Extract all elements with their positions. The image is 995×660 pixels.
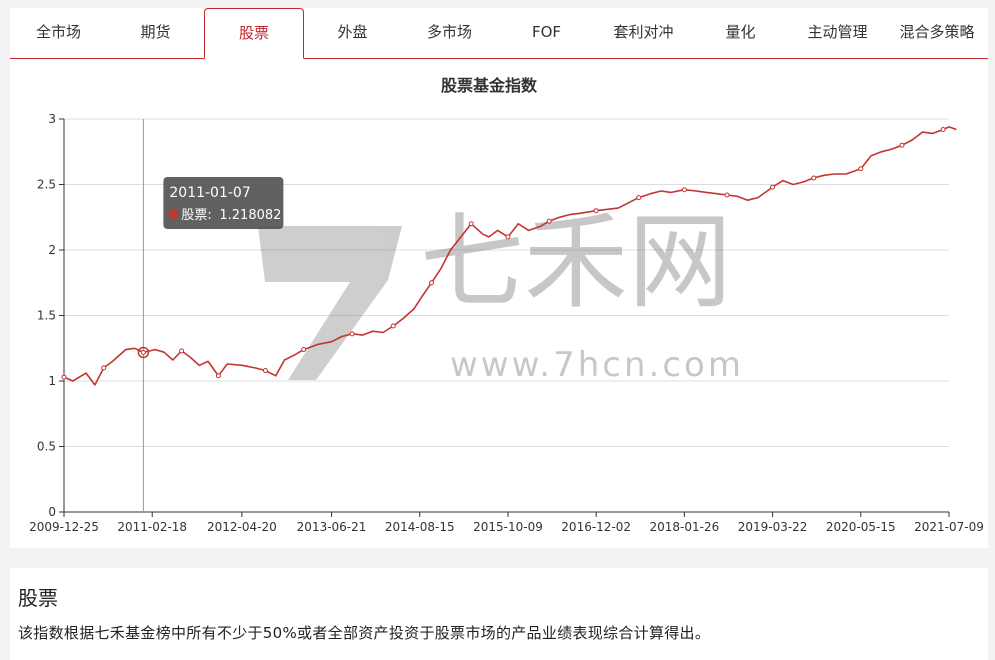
- data-point: [429, 280, 435, 286]
- tab-stocks[interactable]: 股票: [204, 8, 304, 59]
- data-point: [546, 218, 552, 224]
- tooltip-series-name: 股票:: [181, 208, 211, 223]
- data-point: [301, 347, 307, 353]
- data-point: [140, 349, 146, 355]
- data-point: [899, 142, 905, 148]
- data-point: [681, 187, 687, 193]
- tooltip: 2011-01-07 股票: 1.218082: [163, 177, 284, 229]
- y-tick-label: 1: [48, 374, 56, 388]
- line-chart[interactable]: 股票基金指数 七禾网 www.7hcn.com 0 0.5 1 1.5 2 2.5 3 20…: [10, 58, 988, 548]
- x-tick-label: 2013-06-21: [297, 520, 367, 534]
- y-tick-label: 1.5: [37, 309, 56, 323]
- watermark: 七禾网 www.7hcn.com: [258, 201, 744, 385]
- data-point: [349, 331, 355, 337]
- x-tick-label: 2021-07-09: [914, 520, 984, 534]
- description-title: 股票: [18, 586, 58, 610]
- description-text: 该指数根据七禾基金榜中所有不少于50%或者全部资产投资于股票市场的产品业绩表现综…: [18, 624, 711, 642]
- x-tick-label: 2018-01-26: [650, 520, 720, 534]
- market-tabs: 全市场 期货 股票 外盘 多市场 FOF 套利对冲 量化 主动管理 混合多策略: [10, 8, 988, 59]
- data-point: [940, 126, 946, 132]
- x-tick-label: 2016-12-02: [561, 520, 631, 534]
- tab-overseas[interactable]: 外盘: [304, 8, 401, 58]
- data-point: [101, 365, 107, 371]
- y-axis-ticks: 0 0.5 1 1.5 2 2.5 3: [37, 112, 64, 519]
- y-tick-label: 2.5: [37, 178, 56, 192]
- tooltip-value: 1.218082: [219, 208, 281, 223]
- data-point: [770, 184, 776, 190]
- watermark-text: 七禾网: [420, 201, 732, 323]
- data-point: [390, 323, 396, 329]
- x-tick-label: 2020-05-15: [826, 520, 896, 534]
- tab-arbitrage[interactable]: 套利对冲: [595, 8, 692, 58]
- y-tick-label: 0: [48, 505, 56, 519]
- data-point: [636, 195, 642, 201]
- x-tick-label: 2011-02-18: [117, 520, 187, 534]
- tab-futures[interactable]: 期货: [107, 8, 204, 58]
- tab-fof[interactable]: FOF: [498, 8, 595, 58]
- data-point: [505, 234, 511, 240]
- chart-title: 股票基金指数: [441, 76, 538, 95]
- tooltip-date: 2011-01-07: [169, 185, 250, 201]
- data-point: [593, 208, 599, 214]
- watermark-logo: [258, 226, 402, 380]
- x-tick-label: 2019-03-22: [738, 520, 808, 534]
- y-tick-label: 3: [48, 112, 56, 126]
- data-point: [468, 221, 474, 227]
- index-panel: 全市场 期货 股票 外盘 多市场 FOF 套利对冲 量化 主动管理 混合多策略 …: [10, 8, 988, 548]
- tab-multi-market[interactable]: 多市场: [401, 8, 498, 58]
- tab-active-management[interactable]: 主动管理: [789, 8, 886, 58]
- data-point: [61, 374, 67, 380]
- data-point: [179, 348, 185, 354]
- tooltip-series-dot: [168, 209, 179, 219]
- data-point: [811, 175, 817, 181]
- y-tick-label: 0.5: [37, 440, 56, 454]
- data-point: [215, 373, 221, 379]
- chart-area: 股票基金指数 七禾网 www.7hcn.com 0 0.5 1 1.5 2 2.5 3 20…: [10, 58, 988, 548]
- x-tick-label: 2009-12-25: [29, 520, 99, 534]
- x-tick-label: 2014-08-15: [385, 520, 455, 534]
- x-tick-label: 2015-10-09: [473, 520, 543, 534]
- tab-quant[interactable]: 量化: [692, 8, 789, 58]
- x-axis-ticks: 2009-12-25 2011-02-18 2012-04-20 2013-06-21…: [29, 512, 984, 534]
- description-panel: 股票 该指数根据七禾基金榜中所有不少于50%或者全部资产投资于股票市场的产品业绩…: [10, 568, 988, 660]
- watermark-url: www.7hcn.com: [450, 345, 744, 385]
- data-point: [724, 192, 730, 198]
- tab-hybrid-strategy[interactable]: 混合多策略: [886, 8, 988, 58]
- data-point: [262, 368, 268, 374]
- tab-all-market[interactable]: 全市场: [10, 8, 107, 58]
- y-tick-label: 2: [48, 243, 56, 257]
- data-point: [858, 166, 864, 172]
- x-tick-label: 2012-04-20: [207, 520, 277, 534]
